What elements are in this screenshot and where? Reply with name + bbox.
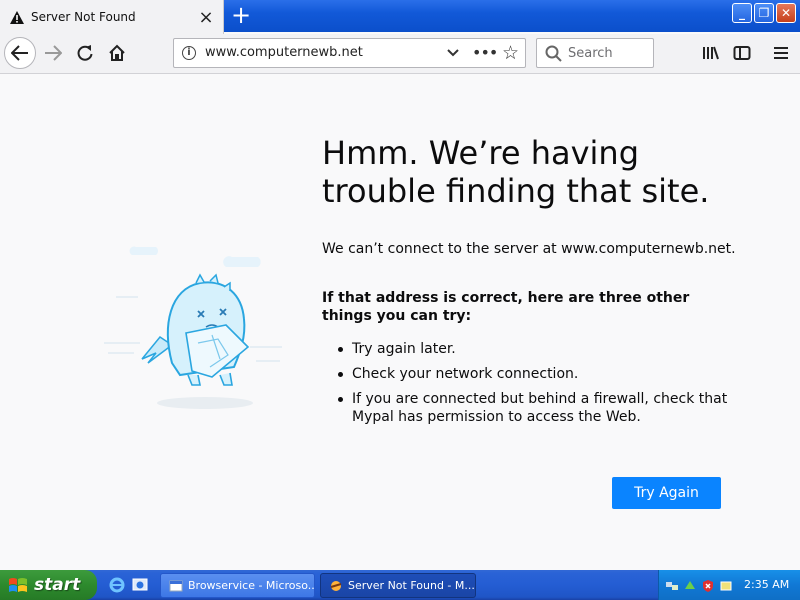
try-again-button[interactable]: Try Again [612, 477, 721, 509]
info-icon[interactable]: i [182, 46, 196, 60]
back-arrow-icon [11, 45, 28, 61]
library-icon [703, 46, 719, 60]
hamburger-menu-icon [774, 47, 788, 59]
list-item: Check your network connection. [338, 365, 728, 383]
restore-button[interactable]: ❐ [754, 3, 774, 23]
list-item: If you are connected but behind a firewa… [338, 390, 728, 426]
error-title: Hmm. We’re having trouble finding that s… [322, 134, 710, 210]
navigation-bar: i www.computernewb.net ••• ☆ Search [0, 34, 800, 74]
reload-button[interactable] [70, 38, 100, 68]
sidebar-button[interactable] [727, 38, 757, 68]
home-button[interactable] [102, 38, 132, 68]
back-button[interactable] [4, 37, 36, 69]
clock: 2:35 AM [744, 578, 790, 591]
tab-server-not-found[interactable]: Server Not Found × [0, 0, 224, 34]
url-bar[interactable]: i www.computernewb.net ••• ☆ [173, 38, 526, 68]
start-button[interactable]: start [0, 570, 97, 600]
browser-icon [330, 580, 342, 591]
search-icon [545, 45, 562, 66]
taskbar-item-browservice[interactable]: Browservice - Microso... [160, 573, 315, 598]
bookmark-star-icon[interactable]: ☆ [502, 42, 519, 64]
sync-icon[interactable] [683, 578, 697, 592]
dinosaur-illustration [100, 235, 300, 419]
network-icon[interactable] [665, 578, 679, 592]
reload-icon [77, 45, 93, 61]
search-input[interactable]: Search [536, 38, 654, 68]
error-message: We can’t connect to the server at www.co… [322, 241, 736, 257]
page-actions-button[interactable]: ••• [472, 43, 498, 62]
taskbar: start Browservice - Microso... Server No… [0, 570, 800, 600]
error-suggestions-heading: If that address is correct, here are thr… [322, 290, 690, 324]
window-controls: _ ❐ ✕ [732, 3, 796, 23]
menu-button[interactable] [766, 38, 796, 68]
start-label: start [34, 575, 81, 595]
error-suggestions-list: Try again later. Check your network conn… [338, 340, 728, 433]
list-item: Try again later. [338, 340, 728, 358]
taskbar-item-server-not-found[interactable]: Server Not Found - M... [320, 573, 476, 598]
show-desktop-icon[interactable] [131, 576, 149, 594]
minimize-button[interactable]: _ [732, 3, 752, 23]
search-placeholder: Search [568, 46, 613, 61]
library-button[interactable] [696, 38, 726, 68]
windows-logo-icon [9, 578, 27, 592]
internet-explorer-icon[interactable] [108, 576, 126, 594]
window-icon [169, 580, 183, 591]
url-text[interactable]: www.computernewb.net [205, 45, 363, 60]
warning-icon [9, 9, 25, 25]
tab-close-icon[interactable]: × [195, 6, 217, 28]
sidebar-icon [733, 46, 751, 60]
security-shield-icon[interactable] [701, 578, 715, 592]
close-window-button[interactable]: ✕ [776, 3, 796, 23]
home-icon [109, 44, 125, 61]
title-bar: Server Not Found × + _ ❐ ✕ [0, 0, 800, 34]
page-content: Hmm. We’re having trouble finding that s… [0, 75, 800, 569]
volume-icon[interactable] [719, 578, 733, 592]
forward-button[interactable] [38, 38, 68, 68]
forward-arrow-icon [45, 45, 62, 61]
chevron-down-icon[interactable] [446, 45, 460, 64]
system-tray: 2:35 AM [658, 570, 800, 600]
new-tab-button[interactable]: + [229, 3, 253, 28]
tab-title: Server Not Found [31, 10, 136, 24]
